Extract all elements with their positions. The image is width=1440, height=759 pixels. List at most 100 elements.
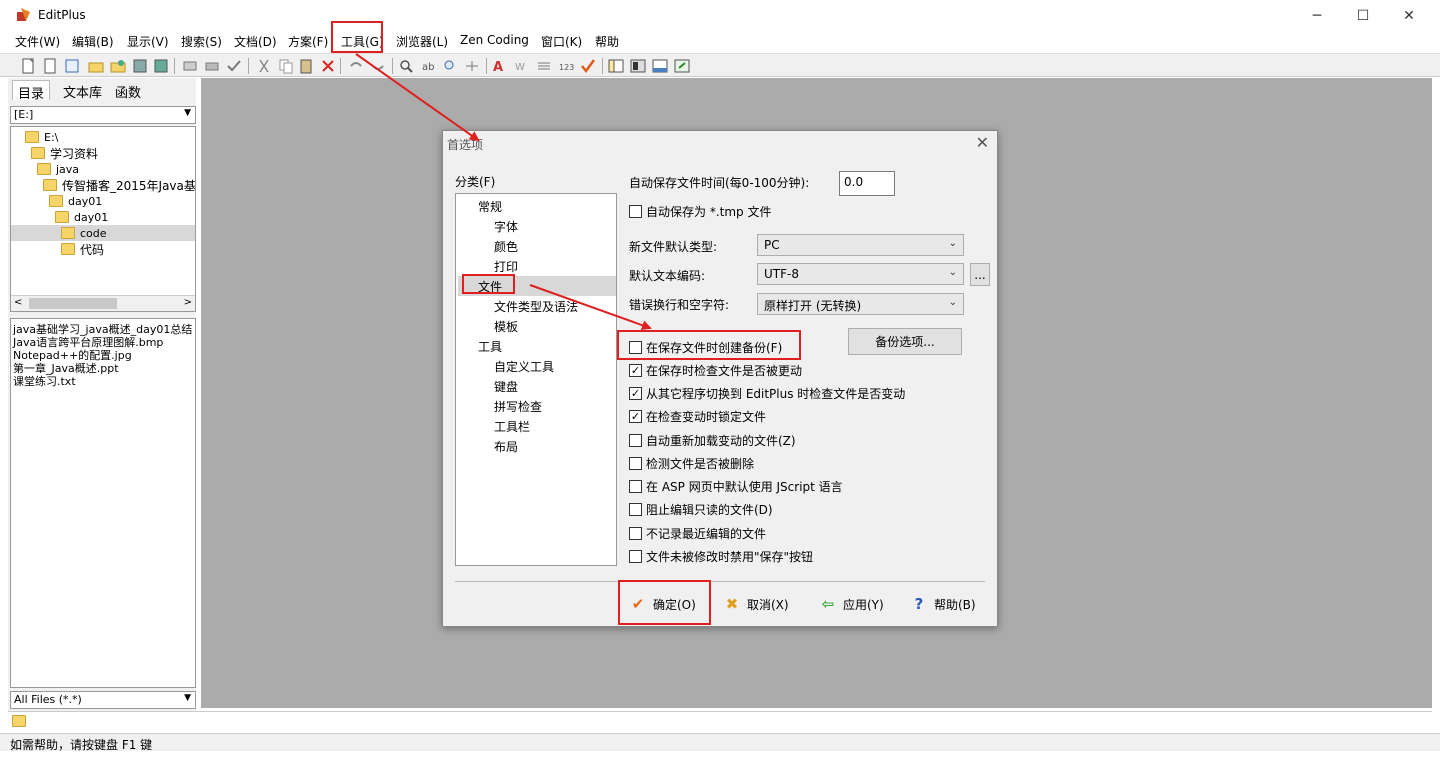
toolbar: ab A W 123 (0, 53, 1440, 77)
tree-node-selected[interactable]: code (11, 225, 195, 241)
category-file-types[interactable]: 文件类型及语法 (494, 298, 578, 315)
fullscreen-icon[interactable] (674, 58, 690, 74)
save-icon[interactable] (132, 58, 148, 74)
directory-window-icon[interactable] (608, 58, 624, 74)
menu-project[interactable]: 方案(F) (288, 33, 328, 50)
file-list[interactable]: java基础学习_java概述_day01总结 Java语言跨平台原理图解.bm… (10, 318, 196, 688)
option-lock-file-checkbox[interactable]: ✓ 在检查变动时锁定文件 (629, 408, 766, 425)
replace-icon[interactable]: ab (420, 58, 436, 74)
open-folder-icon[interactable] (88, 58, 104, 74)
category-general[interactable]: 常规 (478, 198, 502, 215)
directory-tree[interactable]: E:\ 学习资料 java 传智播客_2015年Java基础 day01 day… (10, 126, 196, 312)
newfile-type-select[interactable]: PC ⌄ (757, 234, 964, 256)
maximize-button[interactable]: ☐ (1340, 0, 1386, 31)
print-icon[interactable] (204, 58, 220, 74)
tree-node[interactable]: 学习资料 (31, 145, 98, 161)
option-check-on-switch-checkbox[interactable]: ✓ 从其它程序切换到 EditPlus 时检查文件是否变动 (629, 385, 905, 402)
apply-button[interactable]: ⇦ 应用(Y) (819, 592, 884, 616)
tab-cliptext[interactable]: 文本库 (58, 80, 107, 101)
category-list[interactable]: 常规 字体 颜色 打印 文件 文件类型及语法 模板 工具 自定义工具 键盘 拼写… (455, 193, 617, 566)
option-auto-reload-checkbox[interactable]: 自动重新加载变动的文件(Z) (629, 432, 796, 449)
menu-help[interactable]: 帮助 (595, 33, 619, 50)
new-blank-icon[interactable] (42, 58, 58, 74)
checkbox-box (629, 457, 642, 470)
check-mark-icon[interactable] (580, 58, 596, 74)
category-layout[interactable]: 布局 (494, 438, 518, 455)
menu-document[interactable]: 文档(D) (234, 33, 277, 50)
scroll-right-icon[interactable]: > (184, 297, 192, 308)
option-no-recent-files-checkbox[interactable]: 不记录最近编辑的文件 (629, 525, 766, 542)
encoding-select[interactable]: UTF-8 ⌄ (757, 263, 964, 285)
spell-check-icon[interactable] (226, 58, 242, 74)
option-check-on-save-checkbox[interactable]: ✓ 在保存时检查文件是否被更动 (629, 362, 802, 379)
new-file-icon[interactable] (20, 58, 36, 74)
category-keyboard[interactable]: 键盘 (494, 378, 518, 395)
tree-node[interactable]: day01 (55, 209, 108, 225)
cancel-button[interactable]: ✖ 取消(X) (723, 592, 789, 616)
category-tools[interactable]: 工具 (478, 338, 502, 355)
find-icon[interactable] (398, 58, 414, 74)
drive-select[interactable]: [E:] ▼ (10, 106, 196, 124)
category-templates[interactable]: 模板 (494, 318, 518, 335)
tree-node[interactable]: E:\ (25, 129, 58, 145)
menu-view[interactable]: 显示(V) (127, 33, 169, 50)
menu-zen-coding[interactable]: Zen Coding (460, 33, 529, 47)
option-prevent-readonly-checkbox[interactable]: 阻止编辑只读的文件(D) (629, 501, 773, 518)
tab-directory[interactable]: 目录 (12, 80, 51, 102)
line-number-icon[interactable]: 123 (558, 58, 574, 74)
option-disable-save-checkbox[interactable]: 文件未被修改时禁用"保存"按钮 (629, 548, 813, 565)
find-in-files-icon[interactable] (442, 58, 458, 74)
redo-icon[interactable] (370, 58, 386, 74)
folder-icon[interactable] (12, 715, 26, 727)
arrow-left-icon: ⇦ (821, 595, 835, 613)
category-toolbar[interactable]: 工具栏 (494, 418, 530, 435)
font-icon[interactable]: A (492, 58, 508, 74)
ruler-icon[interactable] (536, 58, 552, 74)
category-print[interactable]: 打印 (494, 258, 518, 275)
category-font[interactable]: 字体 (494, 218, 518, 235)
help-button[interactable]: ? 帮助(B) (910, 592, 976, 616)
autosave-tmp-checkbox[interactable]: 自动保存为 *.tmp 文件 (629, 203, 771, 220)
document-tab-bar (8, 711, 1432, 731)
cut-icon[interactable] (256, 58, 272, 74)
scroll-left-icon[interactable]: < (14, 297, 22, 308)
tree-node[interactable]: java (37, 161, 79, 177)
close-button[interactable]: ✕ (1386, 0, 1432, 31)
encoding-more-button[interactable]: ... (970, 263, 990, 286)
delete-icon[interactable] (320, 58, 336, 74)
scroll-thumb[interactable] (29, 298, 117, 309)
file-filter-select[interactable]: All Files (*.*) ▼ (10, 691, 196, 709)
open-remote-icon[interactable] (110, 58, 126, 74)
menu-edit[interactable]: 编辑(B) (72, 33, 114, 50)
save-all-icon[interactable] (153, 58, 169, 74)
tree-horizontal-scrollbar[interactable]: < > (11, 295, 195, 311)
copy-icon[interactable] (278, 58, 294, 74)
goto-line-icon[interactable] (464, 58, 480, 74)
category-spell-check[interactable]: 拼写检查 (494, 398, 542, 415)
tree-node[interactable]: 传智播客_2015年Java基础 (43, 177, 195, 193)
print-preview-icon[interactable] (182, 58, 198, 74)
menu-window[interactable]: 窗口(K) (541, 33, 582, 50)
cliptext-window-icon[interactable] (630, 58, 646, 74)
option-asp-jscript-checkbox[interactable]: 在 ASP 网页中默认使用 JScript 语言 (629, 478, 843, 495)
output-window-icon[interactable] (652, 58, 668, 74)
paste-icon[interactable] (298, 58, 314, 74)
autosave-input[interactable]: 0.0 (839, 171, 895, 196)
list-item[interactable]: 课堂练习.txt (13, 373, 76, 389)
minimize-button[interactable]: ─ (1294, 0, 1340, 31)
dialog-close-icon[interactable]: ✕ (976, 133, 989, 152)
linewrap-select[interactable]: 原样打开 (无转换) ⌄ (757, 293, 964, 315)
new-html-icon[interactable] (64, 58, 80, 74)
menu-file[interactable]: 文件(W) (15, 33, 60, 50)
option-detect-deleted-checkbox[interactable]: 检测文件是否被删除 (629, 455, 754, 472)
menu-search[interactable]: 搜索(S) (181, 33, 222, 50)
undo-icon[interactable] (348, 58, 364, 74)
backup-options-button[interactable]: 备份选项... (848, 328, 962, 355)
tree-node[interactable]: day01 (49, 193, 102, 209)
tab-functions[interactable]: 函数 (110, 80, 146, 101)
word-wrap-icon[interactable]: W (514, 58, 530, 74)
menu-browser[interactable]: 浏览器(L) (396, 33, 448, 50)
tree-node[interactable]: 代码 (61, 241, 104, 257)
category-color[interactable]: 颜色 (494, 238, 518, 255)
category-user-tools[interactable]: 自定义工具 (494, 358, 554, 375)
